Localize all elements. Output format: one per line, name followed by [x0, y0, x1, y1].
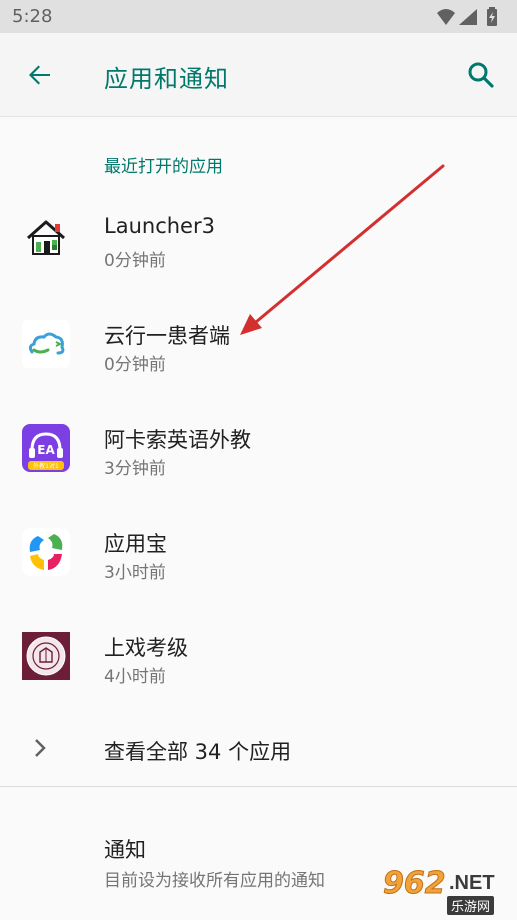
battery-icon: [487, 7, 497, 26]
acadsoc-icon-text: EA: [37, 443, 55, 457]
watermark-site: 乐游网: [447, 896, 495, 915]
status-icons: [437, 7, 497, 26]
app-name: 应用宝: [104, 532, 167, 556]
app-last-used: 0分钟前: [104, 251, 166, 271]
app-name: 阿卡索英语外教: [104, 428, 251, 452]
recent-apps-header: 最近打开的应用: [104, 157, 223, 177]
page-title: 应用和通知: [104, 65, 229, 93]
search-icon[interactable]: [465, 59, 497, 91]
watermark-suffix: .NET: [449, 872, 495, 894]
acadsoc-icon-subtext: 外教1对1: [33, 462, 59, 470]
launcher-house-icon: [27, 220, 65, 255]
divider: [0, 786, 517, 787]
list-item-yingyongbao[interactable]: 应用宝 3小时前: [0, 498, 517, 602]
app-bar: 应用和通知: [0, 33, 517, 117]
notifications-summary: 目前设为接收所有应用的通知: [104, 871, 325, 891]
list-item-yunxing[interactable]: 云行一患者端 0分钟前: [0, 290, 517, 394]
app-name: Launcher3: [104, 214, 215, 238]
list-item-launcher3[interactable]: Launcher3 0分钟前: [0, 186, 517, 290]
list-item-acadsoc[interactable]: EA 外教1对1 阿卡索英语外教 3分钟前: [0, 394, 517, 498]
app-last-used: 4小时前: [104, 667, 166, 687]
acadsoc-app-icon: EA 外教1对1: [22, 424, 70, 472]
app-last-used: 0分钟前: [104, 355, 166, 375]
see-all-apps-button[interactable]: 查看全部 34 个应用: [0, 710, 517, 786]
app-name: 上戏考级: [104, 636, 188, 660]
cloud-app-icon: [22, 320, 70, 368]
app-last-used: 3小时前: [104, 563, 166, 583]
status-time: 5:28: [12, 6, 53, 27]
signal-icon: [459, 9, 477, 25]
wifi-icon: [437, 9, 455, 25]
yingyongbao-app-icon: [22, 528, 70, 576]
list-item-shangxi[interactable]: 上戏考级 4小时前: [0, 602, 517, 706]
watermark-logo: 962 .NET 乐游网: [371, 866, 511, 916]
app-name: 云行一患者端: [104, 324, 230, 348]
app-last-used: 3分钟前: [104, 459, 166, 479]
watermark-number: 962: [383, 866, 447, 902]
notifications-title: 通知: [104, 838, 146, 862]
seal-app-icon: [22, 632, 70, 680]
chevron-right-icon: [35, 739, 46, 757]
see-all-apps-label: 查看全部 34 个应用: [104, 740, 292, 764]
status-bar: 5:28: [0, 0, 517, 33]
back-arrow-icon[interactable]: [24, 59, 56, 91]
